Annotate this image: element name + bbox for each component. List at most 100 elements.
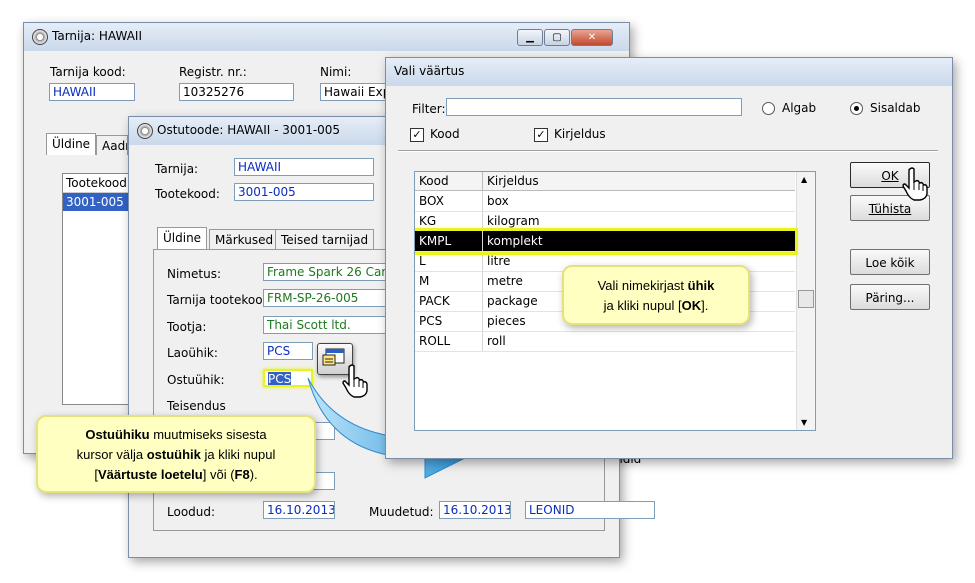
list-item-code: PACK [419, 294, 450, 308]
minimize-button[interactable]: ▁ [517, 29, 543, 46]
created-field[interactable]: 16.10.2013 [263, 501, 335, 519]
supplier-code-field[interactable]: HAWAII [49, 83, 135, 101]
list-item-description: package [487, 294, 538, 308]
description-checkbox[interactable]: ✓ [534, 128, 548, 142]
conversion-label: Teisendus [167, 399, 226, 413]
callout-text: ja kliki nupul [200, 447, 276, 462]
load-all-button[interactable]: Loe kõik [850, 249, 930, 275]
supplier-name-field[interactable]: Hawaii Expr [320, 83, 390, 101]
stock-unit-label: Laoühik: [167, 346, 218, 360]
reg-number-label: Registr. nr.: [179, 65, 247, 79]
list-item-description: komplekt [487, 234, 543, 248]
radio-starts-with[interactable] [762, 102, 775, 115]
callout-bold: Ostuühiku [85, 427, 150, 442]
callout-text: ] või ( [202, 467, 235, 482]
supplier-label: Tarnija: [155, 162, 199, 176]
column-separator [482, 271, 483, 291]
list-item-code: BOX [419, 194, 444, 208]
tab-address[interactable]: Aadr [96, 135, 128, 155]
column-code[interactable]: Kood [419, 174, 449, 188]
product-list-header: Tootekood [63, 174, 128, 193]
supplier-window-titlebar[interactable]: Tarnija: HAWAII ▁ ▢ ✕ [24, 23, 629, 51]
filter-label: Filter: [412, 102, 446, 116]
radio-contains-label: Sisaldab [870, 101, 921, 115]
product-code-label: Tootekood: [155, 187, 220, 201]
list-item[interactable]: KMPL komplekt [415, 228, 798, 255]
cancel-button-label: Tühista [868, 202, 912, 216]
callout-bold: ostuühik [146, 447, 201, 462]
maximize-button[interactable]: ▢ [544, 29, 570, 46]
column-separator [482, 211, 483, 231]
tab-other-suppliers[interactable]: Teised tarnijad [275, 229, 375, 249]
column-description[interactable]: Kirjeldus [487, 174, 539, 188]
callout-bold: Väärtuste loetelu [97, 467, 203, 482]
list-item[interactable]: BOX box [415, 191, 795, 212]
scroll-down-icon[interactable]: ▼ [801, 418, 807, 427]
product-list[interactable]: Tootekood 3001-005 [62, 173, 129, 405]
buy-unit-label: Ostuühik: [167, 373, 225, 387]
supplier-name-label: Nimi: [320, 65, 352, 79]
query-button-label: Päring... [865, 291, 915, 305]
list-item-code: M [419, 274, 430, 288]
column-separator [482, 231, 483, 251]
list-item[interactable]: ROLL roll [415, 331, 795, 352]
modified-label: Muudetud: [369, 505, 434, 519]
tab-notes[interactable]: Märkused [209, 229, 280, 249]
tab-general[interactable]: Üldine [157, 227, 208, 249]
buy-unit-value: PCS [268, 372, 292, 386]
product-list-selected-row[interactable]: 3001-005 [63, 193, 128, 211]
created-label: Loodud: [167, 505, 216, 519]
divider [398, 150, 938, 152]
modified-field[interactable]: 16.10.2013 [439, 501, 511, 519]
callout-change-unit: Ostuühiku muutmiseks sisesta kursor välj… [36, 415, 316, 493]
maker-field[interactable]: Thai Scott ltd. [263, 316, 388, 334]
list-item-code: PCS [419, 314, 443, 328]
column-separator [482, 311, 483, 331]
modified-by-field[interactable]: LEONID [525, 501, 655, 519]
close-button[interactable]: ✕ [571, 29, 613, 46]
app-icon [32, 29, 48, 45]
list-item-description: pieces [487, 314, 526, 328]
code-checkbox[interactable]: ✓ [410, 128, 424, 142]
value-list-header: Kood Kirjeldus [415, 172, 795, 191]
pick-value-window: Vali väärtus Filter: Algab Sisaldab ✓ Ko… [385, 57, 953, 459]
name-field[interactable]: Frame Spark 26 Carbo [263, 263, 388, 281]
supplier-field[interactable]: HAWAII [234, 158, 374, 176]
pick-window-titlebar[interactable]: Vali väärtus [386, 58, 952, 86]
scroll-up-icon[interactable]: ▲ [801, 175, 807, 184]
name-label: Nimetus: [167, 267, 221, 281]
callout-bold: F8 [234, 467, 250, 482]
supplier-product-code-label: Tarnija tootekood: [167, 293, 275, 307]
query-button[interactable]: Päring... [850, 284, 930, 310]
list-item[interactable]: KG kilogram [415, 211, 795, 232]
callout-text: Vali nimekirjast [597, 278, 688, 293]
radio-starts-with-label: Algab [782, 101, 817, 115]
app-icon [137, 123, 153, 139]
callout-bold: OK [681, 298, 702, 313]
list-item-description: box [487, 194, 509, 208]
list-item-code: KG [419, 214, 437, 228]
callout-text: ]. [701, 298, 709, 313]
list-item-description: litre [487, 254, 511, 268]
product-code-field[interactable]: 3001-005 [234, 183, 374, 201]
radio-contains[interactable] [850, 102, 863, 115]
list-item-code: ROLL [419, 334, 451, 348]
ok-button-label: OK [881, 169, 899, 183]
scroll-thumb[interactable] [798, 290, 814, 308]
pick-window-title: Vali väärtus [394, 64, 465, 78]
reg-number-field[interactable]: 10325276 [179, 83, 294, 101]
column-separator [482, 191, 483, 211]
product-window-title: Ostutoode: HAWAII - 3001-005 [157, 123, 341, 137]
filter-input[interactable] [446, 98, 742, 116]
tab-general[interactable]: Üldine [46, 133, 97, 155]
column-separator [482, 331, 483, 351]
load-all-button-label: Loe kõik [865, 256, 915, 270]
list-item-description: kilogram [487, 214, 540, 228]
description-checkbox-label: Kirjeldus [554, 127, 606, 141]
supplier-product-code-field[interactable]: FRM-SP-26-005 [263, 289, 388, 307]
stock-unit-field[interactable]: PCS [263, 342, 313, 360]
list-item-description: metre [487, 274, 523, 288]
list-scrollbar[interactable]: ▲ ▼ [796, 172, 815, 430]
callout-text: ja kliki nupul [ [603, 298, 682, 313]
column-separator [482, 291, 483, 311]
